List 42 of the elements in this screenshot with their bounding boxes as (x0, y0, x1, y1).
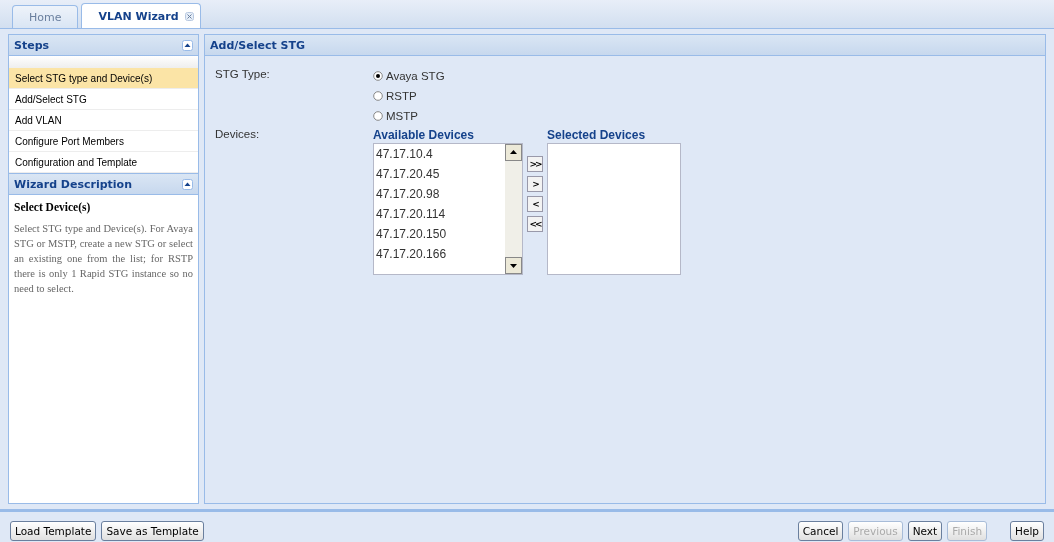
step-item[interactable]: Add VLAN (9, 110, 198, 131)
panel-title: Wizard Description (14, 177, 132, 191)
description-text: Select STG type and Device(s). For Avaya STG or MSTP, create a new STG or select an existing one from the list; for RSTP there is only 1 Rapid STG instance so no need to select. (14, 222, 193, 296)
field-label: Devices: (215, 128, 261, 142)
step-item[interactable]: Add/Select STG (9, 89, 198, 110)
radio-icon[interactable] (373, 71, 383, 81)
radio-option[interactable]: Avaya STG (373, 68, 1035, 84)
list-item[interactable]: 47.17.20.98 (374, 184, 505, 204)
collapse-icon[interactable] (182, 178, 193, 190)
panel-title: Steps (14, 38, 50, 52)
list-title: Selected Devices (547, 128, 646, 143)
radio-icon[interactable] (373, 111, 383, 121)
list-title: Available Devices (373, 128, 474, 143)
radio-option[interactable]: MSTP (373, 108, 1035, 124)
help-button[interactable]: Help (1010, 520, 1044, 541)
list-item[interactable]: 47.17.20.114 (374, 204, 505, 224)
step-item[interactable]: Configure Port Members (9, 131, 198, 152)
tab[interactable]: Home (12, 5, 79, 28)
footer-button[interactable]: Save as Template (101, 520, 204, 541)
footer-button[interactable]: Load Template (10, 520, 97, 541)
collapse-icon[interactable] (182, 39, 193, 51)
list-item[interactable]: 47.17.20.45 (374, 164, 505, 184)
list-item[interactable]: 47.17.20.150 (374, 224, 505, 244)
move-button[interactable]: << (527, 216, 543, 232)
move-button[interactable]: > (527, 176, 543, 192)
list-item[interactable]: 47.17.10.4 (374, 144, 505, 164)
radio-icon[interactable] (373, 91, 383, 101)
device-list[interactable]: 47.17.10.4 47.17.20.45 47.17.20.98 47.17.20.114 47.17.20.150 47.17.20.166 (373, 143, 523, 275)
field-label: STG Type: (215, 68, 271, 82)
close-icon[interactable] (184, 11, 194, 21)
move-button[interactable]: < (527, 196, 543, 212)
move-button[interactable]: >> (527, 156, 543, 172)
footer-button[interactable]: Cancel (797, 520, 844, 541)
description-heading: Select Device(s) (14, 201, 92, 213)
scroll-down-icon[interactable] (505, 257, 522, 274)
list-item[interactable]: 47.17.20.166 (374, 244, 505, 264)
step-item[interactable]: Select STG type and Device(s) (9, 68, 198, 89)
scroll-up-icon[interactable] (505, 144, 522, 161)
footer-button[interactable]: Next (907, 520, 943, 541)
panel-title: Add/Select STG (210, 38, 305, 52)
radio-option[interactable]: RSTP (373, 88, 1035, 104)
tab[interactable]: VLAN Wizard (81, 3, 201, 28)
